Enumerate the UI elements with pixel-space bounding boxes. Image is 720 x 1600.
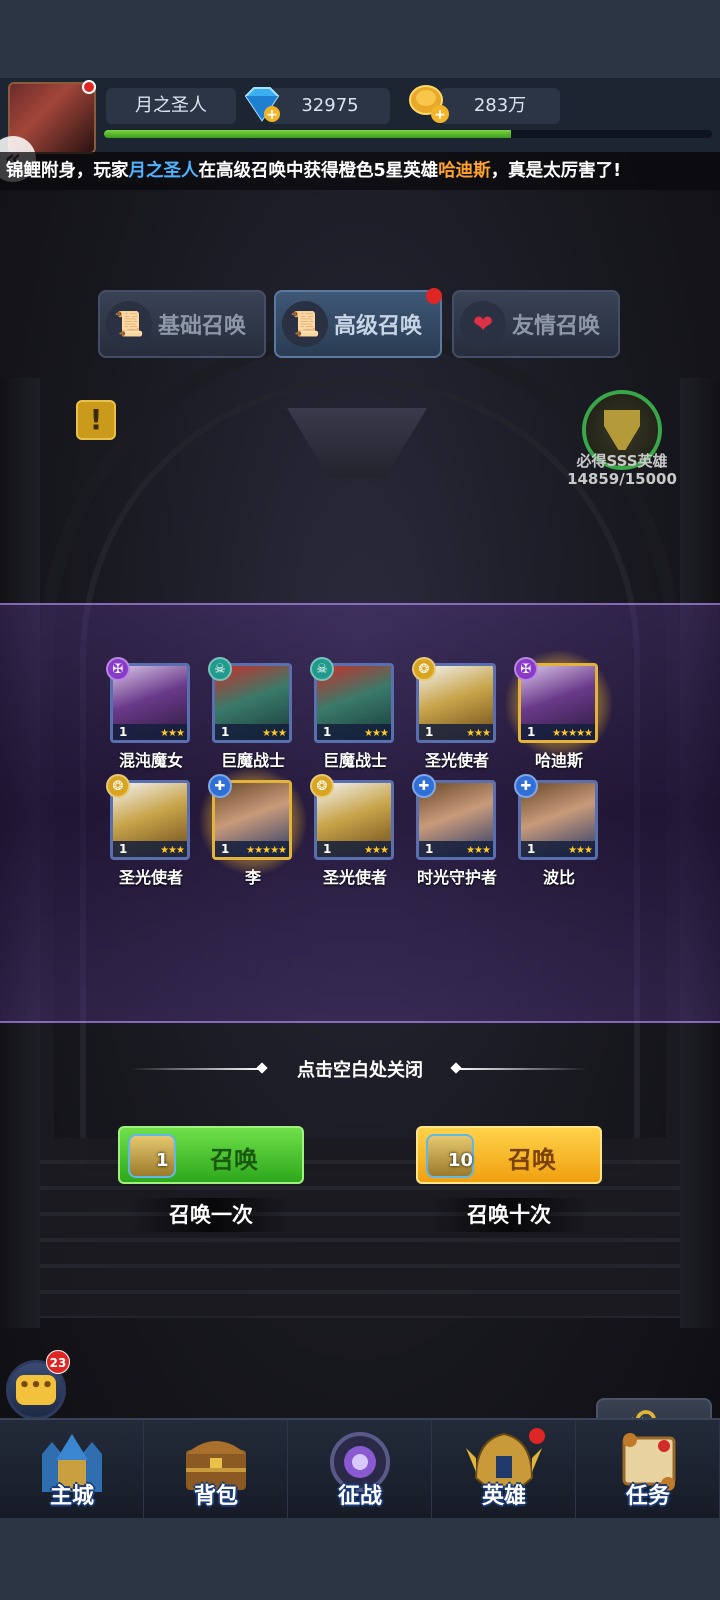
ticker-prefix: 锦鲤附身，玩家 bbox=[6, 161, 129, 181]
hero-stars: ★★★ bbox=[160, 845, 185, 856]
hero-result-card[interactable]: 1 ★★★ ✚ 时光守护者 bbox=[412, 774, 498, 888]
ticker-suffix: ，真是太厉害了! bbox=[490, 161, 622, 181]
tab-advanced-summon[interactable]: 📜 高级召唤 bbox=[274, 288, 442, 358]
tab-notification-dot bbox=[426, 288, 442, 304]
summon-ten-caption: 召唤十次 bbox=[429, 1198, 589, 1232]
tab-label: 基础召唤 bbox=[158, 314, 247, 339]
gem-count: 32975 bbox=[270, 88, 390, 124]
nav-label: 主城 bbox=[49, 1484, 94, 1509]
nav-item-heroes[interactable]: 英雄 bbox=[432, 1420, 576, 1518]
faction-icon: ❂ bbox=[106, 774, 130, 798]
system-nav-bar bbox=[0, 1518, 720, 1600]
hero-stars: ★★★ bbox=[160, 728, 185, 739]
hero-stars: ★★★ bbox=[466, 728, 491, 739]
hero-name: 圣光使者 bbox=[322, 868, 387, 887]
hero-result-card[interactable]: 1 ★★★ ☠ 巨魔战士 bbox=[310, 657, 396, 771]
hero-result-card[interactable]: 1 ★★★★★ ✠ 哈迪斯 bbox=[504, 649, 614, 771]
faction-icon: ✠ bbox=[514, 657, 538, 681]
tab-label: 友情召唤 bbox=[512, 314, 601, 339]
hero-name: 混沌魔女 bbox=[118, 751, 183, 770]
faction-icon: ✚ bbox=[412, 774, 436, 798]
hero-result-card[interactable]: 1 ★★★ ❂ 圣光使者 bbox=[106, 774, 192, 888]
hero-name: 波比 bbox=[542, 868, 575, 887]
hero-name: 时光守护者 bbox=[416, 868, 497, 887]
announcement-ticker: 锦鲤附身，玩家月之圣人在高级召唤中获得橙色5星英雄哈迪斯，真是太厉害了! bbox=[0, 152, 720, 190]
nav-label: 背包 bbox=[193, 1484, 238, 1509]
summon-once-caption: 召唤一次 bbox=[131, 1198, 291, 1232]
svg-text:+: + bbox=[434, 107, 446, 123]
summon-ten-cost: 10 bbox=[448, 1150, 474, 1171]
hero-result-card[interactable]: 1 ★★★★★ ✚ 李 bbox=[198, 766, 308, 888]
nav-item-main-city[interactable]: 主城 bbox=[0, 1420, 144, 1518]
tab-friendship-summon[interactable]: ❤ 友情召唤 bbox=[452, 290, 620, 358]
hero-result-card[interactable]: 1 ★★★ ❂ 圣光使者 bbox=[310, 774, 396, 888]
nav-item-quests[interactable]: 任务 bbox=[576, 1420, 720, 1518]
hero-result-card[interactable]: 1 ★★★ ✚ 波比 bbox=[514, 774, 600, 888]
hero-name: 圣光使者 bbox=[424, 751, 489, 770]
sss-progress: 14859/15000 bbox=[567, 470, 677, 488]
nav-item-backpack[interactable]: 背包 bbox=[144, 1420, 288, 1518]
svg-text:+: + bbox=[266, 107, 278, 123]
hero-stars: ★★★★★ bbox=[246, 845, 287, 856]
hero-result-card[interactable]: 1 ★★★ ☠ 巨魔战士 bbox=[208, 657, 294, 771]
nav-label: 任务 bbox=[625, 1484, 670, 1509]
summon-ten-button[interactable]: 10 召唤 bbox=[416, 1126, 602, 1184]
player-name: 月之圣人 bbox=[106, 88, 236, 124]
faction-icon: ✠ bbox=[106, 657, 130, 681]
ticker-player: 月之圣人 bbox=[128, 161, 199, 181]
faction-icon: ☠ bbox=[310, 657, 334, 681]
game-screen[interactable]: 月之圣人 32975 + 283万 + « 锦鲤附身，玩家月之圣人在高级召唤中获… bbox=[0, 78, 720, 1518]
chat-bubble-icon: ••• bbox=[16, 1375, 56, 1405]
bottom-nav: 主城 背包 征战 英雄 任务 bbox=[0, 1418, 720, 1518]
hero-stars: ★★★ bbox=[466, 845, 491, 856]
nav-label: 英雄 bbox=[481, 1484, 526, 1509]
faction-icon: ☠ bbox=[208, 657, 232, 681]
scroll-icon: 📜 bbox=[106, 301, 152, 347]
nav-label: 征战 bbox=[337, 1484, 382, 1509]
hero-stars: ★★★ bbox=[364, 728, 389, 739]
hero-stars: ★★★ bbox=[568, 845, 593, 856]
close-hint: 点击空白处关闭 bbox=[297, 1060, 423, 1081]
hero-name: 巨魔战士 bbox=[322, 751, 387, 770]
hero-name: 圣光使者 bbox=[118, 868, 183, 887]
top-bar: 月之圣人 32975 + 283万 + bbox=[0, 78, 720, 154]
faction-icon: ❂ bbox=[412, 657, 436, 681]
diamond-icon[interactable]: + bbox=[240, 86, 284, 124]
summon-once-cost: 1 bbox=[156, 1150, 169, 1171]
hint-line-right bbox=[456, 1068, 588, 1070]
nav-notification-dot bbox=[529, 1428, 545, 1444]
experience-bar-fill bbox=[104, 130, 512, 138]
avatar-notification-dot bbox=[82, 80, 96, 94]
tab-label: 高级召唤 bbox=[334, 314, 423, 339]
summon-once-button[interactable]: 1 召唤 bbox=[118, 1126, 304, 1184]
sss-label: 必得SSS英雄 bbox=[576, 452, 668, 470]
gold-count: 283万 bbox=[440, 88, 560, 124]
hero-result-card[interactable]: 1 ★★★ ✠ 混沌魔女 bbox=[106, 657, 192, 771]
faction-icon: ✚ bbox=[514, 774, 538, 798]
ticker-hero: 哈迪斯 bbox=[438, 161, 491, 181]
ticker-middle: 在高级召唤中获得橙色5星英雄 bbox=[198, 161, 439, 181]
hero-stars: ★★★★★ bbox=[552, 728, 593, 739]
chat-unread-badge: 23 bbox=[46, 1350, 70, 1374]
hero-result-card[interactable]: 1 ★★★ ❂ 圣光使者 bbox=[412, 657, 498, 771]
tab-basic-summon[interactable]: 📜 基础召唤 bbox=[98, 290, 266, 358]
heart-icon: ❤ bbox=[460, 301, 506, 347]
experience-bar bbox=[104, 130, 712, 138]
nav-item-campaign[interactable]: 征战 bbox=[288, 1420, 432, 1518]
faction-icon: ❂ bbox=[310, 774, 334, 798]
gold-coin-icon[interactable]: + bbox=[408, 84, 452, 126]
summon-once-label: 召唤 bbox=[210, 1146, 258, 1174]
faction-icon: ✚ bbox=[208, 774, 232, 798]
status-bar bbox=[0, 0, 720, 78]
hero-stars: ★★★ bbox=[262, 728, 287, 739]
hero-stars: ★★★ bbox=[364, 845, 389, 856]
scroll-icon: 📜 bbox=[282, 301, 328, 347]
info-icon[interactable]: ! bbox=[76, 400, 116, 440]
summon-ten-label: 召唤 bbox=[508, 1146, 556, 1174]
